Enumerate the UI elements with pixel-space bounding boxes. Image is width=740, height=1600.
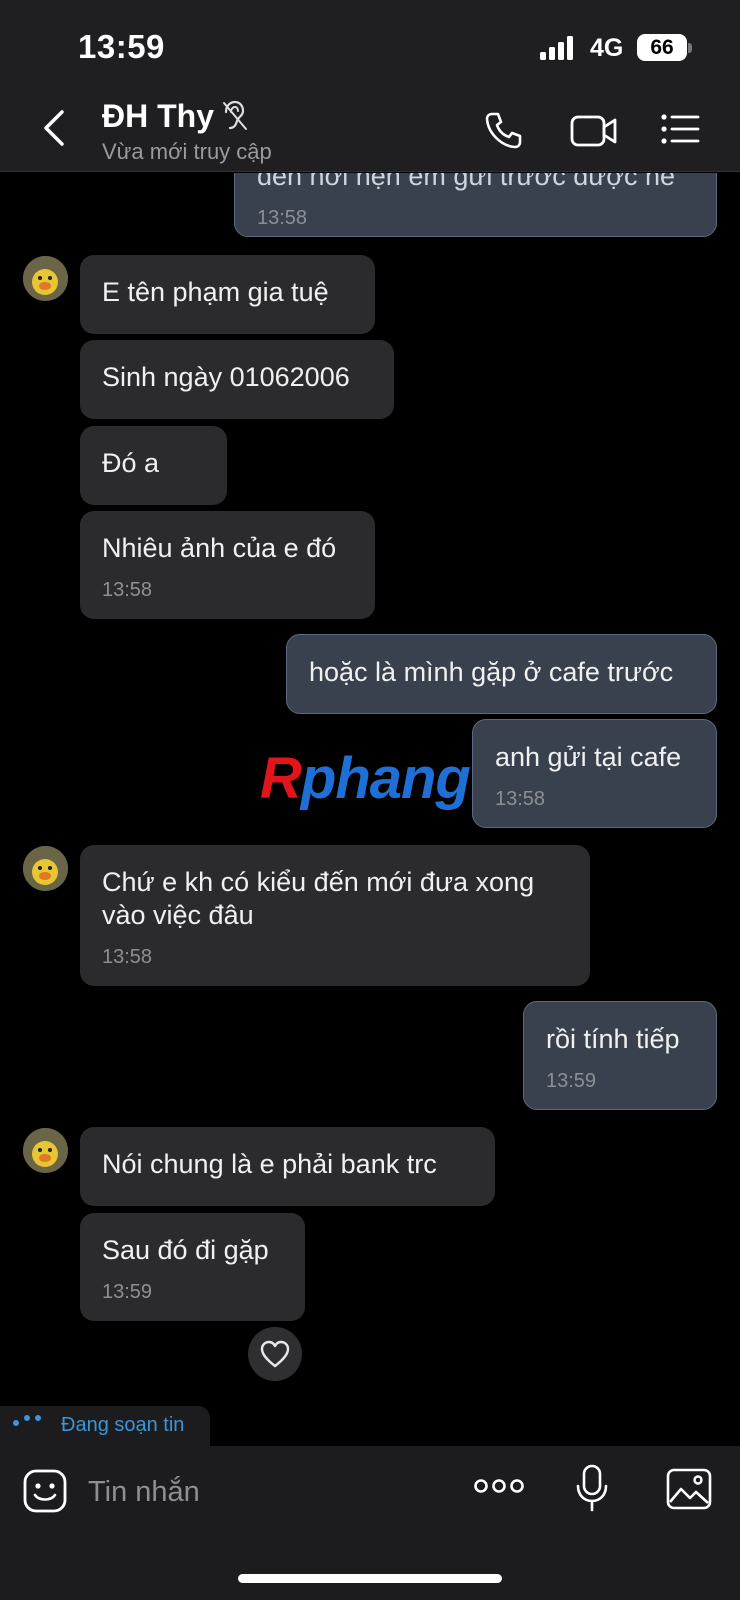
message-incoming[interactable]: Chứ e kh có kiểu đến mới đưa xong vào vi… [80,845,590,986]
message-time: 13:58 [102,579,153,601]
watermark-text: phang [300,746,471,811]
message-outgoing[interactable]: anh gửi tại cafe 13:58 [472,719,717,828]
message-text: Đó a [102,448,160,478]
microphone-icon[interactable] [574,1464,610,1512]
reaction-button[interactable] [248,1327,302,1381]
message-outgoing[interactable]: rồi tính tiếp 13:59 [523,1001,717,1110]
status-bar: 13:59 4G 66 [0,0,740,92]
battery-level: 66 [650,35,674,59]
watermark-logo: Rphang [260,745,471,813]
message-text: Sau đó đi gặp [102,1235,269,1265]
list-menu-icon[interactable] [660,112,700,146]
avatar[interactable] [23,846,68,891]
message-input-bar [0,1446,740,1600]
battery-icon: 66 [637,34,687,61]
message-incoming[interactable]: Nói chung là e phải bank trc [80,1127,495,1206]
avatar[interactable] [23,1128,68,1173]
back-chevron-icon[interactable] [36,108,76,148]
message-outgoing[interactable]: hoặc là mình gặp ở cafe trước [286,634,717,714]
typing-text: Đang soạn tin [61,1414,185,1436]
contact-name[interactable]: ĐH Thy [102,98,214,135]
duck-avatar-image [23,256,68,301]
message-time: 13:58 [257,207,308,229]
network-label: 4G [590,34,624,62]
watermark-letter: R [260,746,302,811]
message-incoming[interactable]: Sinh ngày 01062006 [80,340,394,419]
message-time: 13:58 [102,946,153,968]
home-indicator[interactable] [238,1574,502,1583]
emoji-sticker-icon[interactable] [22,1468,68,1514]
message-text: E tên phạm gia tuệ [102,277,329,307]
message-text: hoặc là mình gặp ở cafe trước [309,657,674,687]
message-incoming[interactable]: Đó a [80,426,227,505]
message-list[interactable]: đến nơi hẹn em gửi trước được ne 13:58 E… [0,173,740,1445]
typing-dots-icon [13,1415,41,1426]
hearing-icon [223,100,247,130]
message-text: anh gửi tại cafe [495,742,682,772]
image-gallery-icon[interactable] [666,1468,712,1510]
message-time: 13:59 [546,1070,597,1092]
message-time: 13:58 [495,788,546,810]
message-text: Chứ e kh có kiểu đến mới đưa xong vào vi… [102,867,535,930]
message-text: rồi tính tiếp [546,1024,680,1054]
message-text: Sinh ngày 01062006 [102,362,350,392]
duck-avatar-image [23,846,68,891]
video-camera-icon[interactable] [570,114,618,148]
contact-status: Vừa mới truy cập [102,139,272,164]
chat-screen: 13:59 4G 66 ĐH Thy Vừa mới truy cập đến … [0,0,740,1600]
heart-icon [260,1340,290,1368]
battery-tip [688,43,692,53]
message-input[interactable] [88,1472,428,1512]
phone-icon[interactable] [484,110,524,150]
message-text: đến nơi hẹn em gửi trước được ne [257,173,676,191]
chat-header: ĐH Thy Vừa mới truy cập [0,92,740,172]
duck-avatar-image [23,1128,68,1173]
signal-icon [540,36,573,60]
message-incoming[interactable]: E tên phạm gia tuệ [80,255,375,334]
avatar[interactable] [23,256,68,301]
message-text: Nói chung là e phải bank trc [102,1149,437,1179]
message-time: 13:59 [102,1281,153,1303]
message-incoming[interactable]: Sau đó đi gặp 13:59 [80,1213,305,1321]
message-incoming[interactable]: Nhiêu ảnh của e đó 13:58 [80,511,375,619]
status-time: 13:59 [78,28,165,65]
message-text: Nhiêu ảnh của e đó [102,533,337,563]
more-dots-icon[interactable] [474,1476,524,1496]
message-outgoing[interactable]: đến nơi hẹn em gửi trước được ne 13:58 [234,173,717,237]
typing-indicator: Đang soạn tin [0,1406,210,1446]
